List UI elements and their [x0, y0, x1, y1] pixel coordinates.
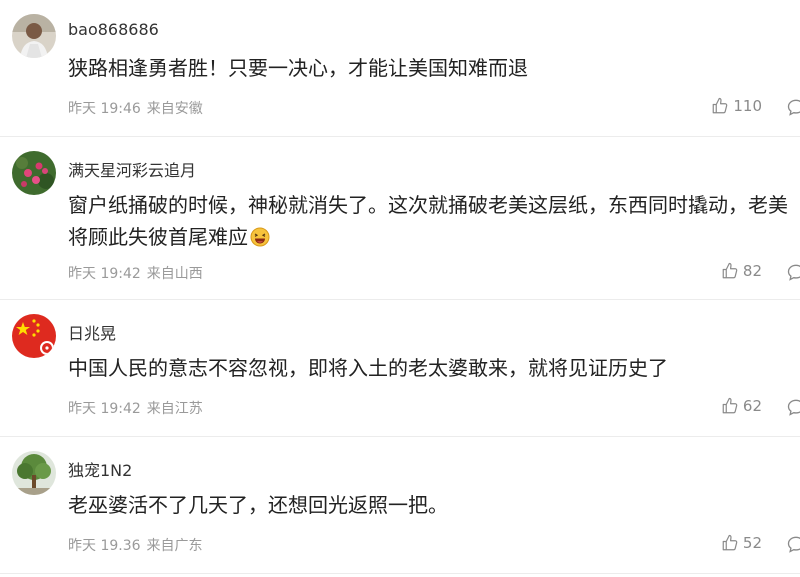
- like-count: 82: [742, 262, 762, 280]
- like-button[interactable]: 110: [711, 97, 762, 115]
- comment-text-content: 窗户纸捅破的时候，神秘就消失了。这次就捅破老美这层纸，东西同时撬动，老美将顾此失…: [68, 193, 788, 249]
- comment-item: 独宠1N2 老巫婆活不了几天了，还想回光返照一把。 昨天 19.36 来自广东 5…: [0, 437, 800, 574]
- like-button[interactable]: 52: [721, 534, 762, 552]
- timestamp: 昨天 19:42: [68, 266, 141, 282]
- username[interactable]: 独宠1N2: [68, 457, 132, 481]
- reply-button[interactable]: [786, 534, 800, 554]
- comment-text: 中国人民的意志不容忽视，即将入土的老太婆敢来，就将见证历史了: [68, 356, 668, 380]
- avatar[interactable]: [12, 151, 56, 195]
- thumbs-up-icon: [713, 97, 728, 114]
- avatar[interactable]: [12, 14, 56, 58]
- timestamp: 昨天 19:46: [68, 101, 141, 117]
- avatar[interactable]: [12, 451, 56, 495]
- comment-item: bao868686 狭路相逢勇者胜！只要一决心，才能让美国知难而退 昨天 19:…: [0, 0, 800, 137]
- location: 来自山西: [146, 266, 203, 282]
- comment-meta: 昨天 19.36 来自广东: [68, 535, 203, 555]
- comment-meta: 昨天 19:46 来自安徽: [68, 98, 203, 118]
- reply-button[interactable]: [786, 97, 800, 117]
- flag-avatar: [12, 314, 56, 358]
- comment-meta: 昨天 19:42 来自江苏: [68, 398, 203, 418]
- username[interactable]: 满天星河彩云追月: [68, 157, 196, 181]
- comment-bubble-icon: [787, 399, 800, 416]
- thumbs-up-icon: [722, 262, 738, 279]
- tree-photo-avatar: [12, 451, 56, 495]
- location: 来自安徽: [146, 101, 203, 117]
- like-button[interactable]: 82: [721, 262, 762, 280]
- avatar[interactable]: [12, 314, 56, 358]
- username[interactable]: 日兆晃: [68, 320, 116, 344]
- like-count: 52: [742, 534, 762, 552]
- username[interactable]: bao868686: [68, 20, 159, 39]
- reply-button[interactable]: [786, 397, 800, 417]
- comment-text: 狭路相逢勇者胜！只要一决心，才能让美国知难而退: [68, 56, 528, 80]
- comment-text: 老巫婆活不了几天了，还想回光返照一把。: [68, 493, 448, 517]
- comment-item: 满天星河彩云追月 窗户纸捅破的时候，神秘就消失了。这次就捅破老美这层纸，东西同时…: [0, 137, 800, 300]
- flower-photo-avatar: [12, 151, 56, 195]
- laughing-emoji-icon: [250, 227, 270, 247]
- location: 来自广东: [146, 538, 203, 554]
- comment-text: 窗户纸捅破的时候，神秘就消失了。这次就捅破老美这层纸，东西同时撬动，老美将顾此失…: [68, 189, 788, 253]
- comment-item: 日兆晃 中国人民的意志不容忽视，即将入土的老太婆敢来，就将见证历史了 昨天 19…: [0, 300, 800, 437]
- like-count: 62: [742, 397, 762, 415]
- comment-bubble-icon: [787, 264, 800, 281]
- reply-button[interactable]: [786, 262, 800, 282]
- like-count: 110: [733, 97, 762, 115]
- person-photo-avatar: [12, 14, 56, 58]
- like-button[interactable]: 62: [721, 397, 762, 415]
- comment-bubble-icon: [787, 99, 800, 116]
- timestamp: 昨天 19.36: [68, 538, 141, 554]
- comment-bubble-icon: [787, 536, 800, 553]
- thumbs-up-icon: [722, 534, 738, 551]
- timestamp: 昨天 19:42: [68, 401, 141, 417]
- location: 来自江苏: [146, 401, 203, 417]
- comment-meta: 昨天 19:42 来自山西: [68, 263, 203, 283]
- thumbs-up-icon: [722, 397, 738, 414]
